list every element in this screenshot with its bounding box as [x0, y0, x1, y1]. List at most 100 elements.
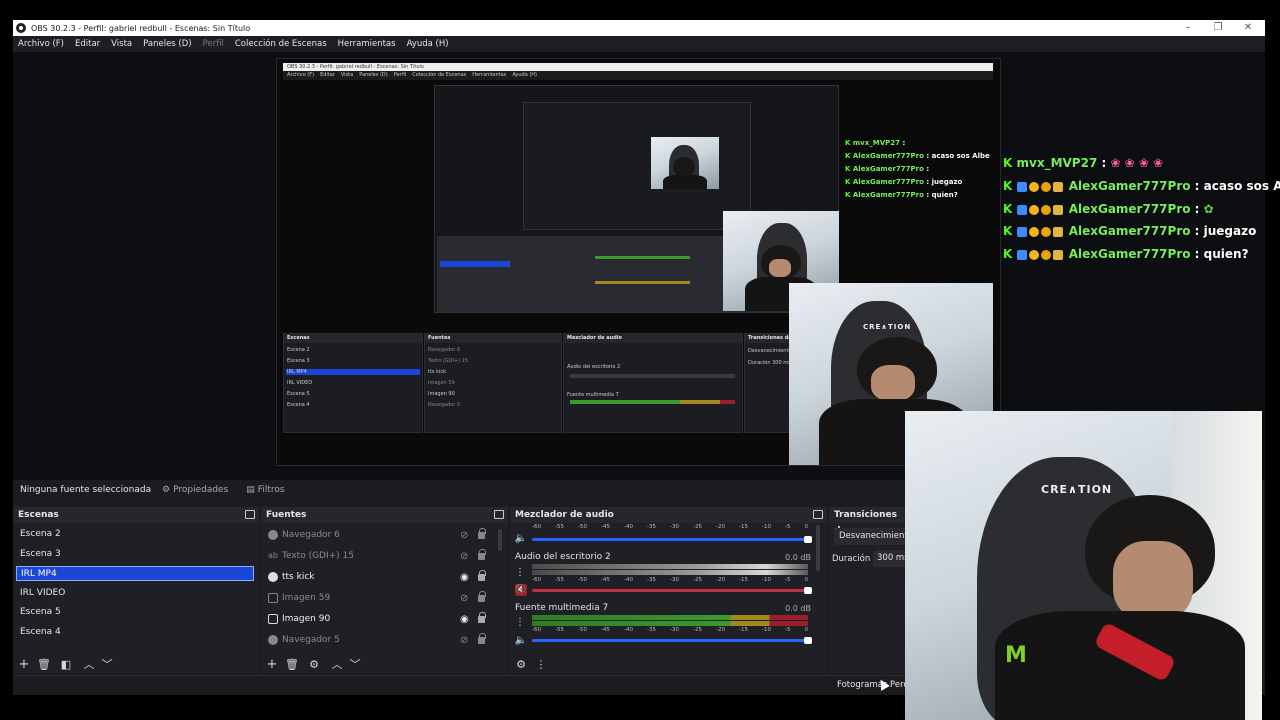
scene-item[interactable]: IRL VIDEO — [16, 586, 254, 601]
meter-tick-label: -30 — [670, 627, 679, 633]
badge-icon — [1028, 204, 1039, 215]
menu-ayuda[interactable]: Ayuda (H) — [407, 39, 449, 49]
channel-menu-icon[interactable]: ⋮ — [515, 615, 525, 629]
mixer-menu-icon[interactable]: ⋮ — [535, 658, 547, 671]
scene-item[interactable]: Escena 5 — [16, 605, 254, 620]
close-button[interactable]: ✕ — [1233, 20, 1263, 36]
browser-icon — [268, 572, 278, 582]
maximize-button[interactable]: ❐ — [1203, 20, 1233, 36]
chat-message: quien? — [1203, 247, 1249, 261]
emote-icon: ✿ — [1203, 202, 1214, 216]
kick-badge-icon: K — [1003, 224, 1013, 238]
eye-hidden-icon[interactable]: ⊘ — [460, 549, 468, 565]
move-up-icon[interactable]: ︿ — [331, 658, 343, 671]
eye-hidden-icon[interactable]: ⊘ — [460, 633, 468, 649]
nested-menu: Archivo (F) Editar Vista Paneles (D) Perfil C… — [283, 71, 993, 80]
mixer-ticks: -60 -55 -50 -45 -40 -35 -30 -25 -20 -15 -10 -5 0 — [532, 524, 808, 531]
eye-hidden-icon[interactable]: ⊘ — [460, 591, 468, 607]
badge-icon — [1028, 181, 1039, 192]
source-item[interactable]: tts kick ◉ — [264, 569, 496, 585]
channel-menu-icon[interactable]: ⋮ — [515, 565, 525, 579]
eye-icon[interactable]: ◉ — [460, 570, 469, 586]
menu-editar[interactable]: Editar — [75, 39, 100, 49]
menu-perfil[interactable]: Perfil — [203, 39, 224, 49]
float-dock-icon[interactable] — [494, 510, 504, 519]
source-item[interactable]: Navegador 5 ⊘ — [264, 632, 496, 648]
source-settings-icon[interactable]: ⚙ — [308, 658, 320, 671]
move-down-icon[interactable]: ﹀ — [101, 658, 113, 671]
move-down-icon[interactable]: ﹀ — [349, 658, 361, 671]
scene-item-selected[interactable]: IRL MP4 — [16, 566, 254, 581]
menu-herramientas[interactable]: Herramientas — [338, 39, 396, 49]
browser-icon — [268, 530, 278, 540]
scene-item[interactable]: Escena 3 — [16, 547, 254, 562]
minimize-button[interactable]: – — [1173, 20, 1203, 36]
selected-source-label: Ninguna fuente seleccionada — [20, 485, 152, 495]
add-source-icon[interactable]: + — [266, 657, 278, 672]
meter-tick-label: -50 — [578, 627, 587, 633]
remove-source-icon[interactable]: 🗑 — [285, 658, 299, 671]
emote-icon: ❀ ❀ ❀ ❀ — [1110, 156, 1164, 170]
lock-icon[interactable] — [478, 570, 486, 581]
meter-tick-label: -60 — [532, 577, 541, 583]
lock-icon[interactable] — [478, 633, 486, 644]
kick-badge-icon: K — [1003, 247, 1013, 261]
source-item[interactable]: Imagen 59 ⊘ — [264, 590, 496, 606]
float-dock-icon[interactable] — [813, 510, 823, 519]
image-icon — [268, 593, 278, 603]
scenes-title: Escenas — [18, 510, 59, 520]
source-item[interactable]: Navegador 6 ⊘ — [264, 527, 496, 543]
mixer-scrollbar[interactable] — [816, 525, 820, 571]
source-label: Imagen 90 — [282, 614, 331, 624]
scene-item[interactable]: Escena 4 — [16, 625, 254, 640]
meter-tick-label: -10 — [762, 577, 771, 583]
nested-window-title: OBS 30.2.3 - Perfil: gabriel redbull - E… — [283, 63, 993, 71]
properties-button[interactable]: ⚙ Propiedades — [162, 485, 228, 495]
menu-paneles[interactable]: Paneles (D) — [143, 39, 191, 49]
volume-slider[interactable] — [532, 587, 812, 594]
source-item[interactable]: Imagen 90 ◉ — [264, 611, 496, 627]
filters-button[interactable]: ▤ Filtros — [246, 485, 284, 495]
meter-tick-label: -30 — [670, 577, 679, 583]
menu-archivo[interactable]: Archivo (F) — [18, 39, 64, 49]
meter-tick-label: -45 — [601, 627, 610, 633]
duration-input[interactable]: 300 ms — [873, 550, 909, 567]
meter-tick-label: -60 — [532, 524, 541, 530]
source-item[interactable]: ab Texto (GDI+) 15 ⊘ — [264, 548, 496, 564]
remove-scene-icon[interactable]: 🗑 — [37, 658, 51, 671]
menu-vista[interactable]: Vista — [111, 39, 132, 49]
volume-slider[interactable] — [532, 536, 812, 543]
scene-item[interactable]: Escena 2 — [16, 527, 254, 542]
advanced-audio-icon[interactable]: ⚙ — [515, 658, 527, 671]
sources-scrollbar[interactable] — [498, 529, 502, 551]
eye-hidden-icon[interactable]: ⊘ — [460, 528, 468, 544]
mixer-title: Mezclador de audio — [515, 510, 614, 520]
chat-line: K AlexGamer777Pro : acaso sos Albe — [1003, 179, 1280, 193]
crown-icon — [1052, 226, 1063, 237]
move-up-icon[interactable]: ︿ — [83, 658, 95, 671]
preview-canvas[interactable]: OBS 30.2.3 - Perfil: gabriel redbull - E… — [276, 58, 1001, 466]
menu-coleccion-escenas[interactable]: Colección de Escenas — [235, 39, 327, 49]
lock-icon[interactable] — [478, 591, 486, 602]
sources-dock-header: Fuentes — [261, 507, 508, 523]
meter-tick-label: -40 — [624, 524, 633, 530]
eye-icon[interactable]: ◉ — [460, 612, 469, 628]
obs-logo-icon — [16, 23, 26, 33]
speaker-icon[interactable]: 🔈 — [515, 634, 527, 646]
speaker-icon[interactable]: 🔈 — [515, 532, 527, 544]
lock-icon[interactable] — [478, 612, 486, 623]
lock-icon[interactable] — [478, 549, 486, 560]
add-scene-icon[interactable]: + — [18, 657, 30, 672]
nested-chat-line: K AlexGamer777Pro : — [845, 165, 930, 173]
menu-bar: Archivo (F) Editar Vista Paneles (D) Per… — [13, 36, 1265, 52]
scene-filters-icon[interactable]: ◧ — [60, 658, 72, 671]
float-dock-icon[interactable] — [245, 510, 255, 519]
lock-icon[interactable] — [478, 528, 486, 539]
volume-slider[interactable] — [532, 637, 812, 644]
sources-title: Fuentes — [266, 510, 307, 520]
transition-select[interactable]: Desvanecimiento — [834, 528, 909, 545]
chat-username: AlexGamer777Pro — [1068, 202, 1191, 216]
meter-tick-label: -55 — [555, 577, 564, 583]
crown-icon — [1052, 249, 1063, 260]
muted-speaker-icon[interactable]: 🔇 — [515, 584, 527, 596]
